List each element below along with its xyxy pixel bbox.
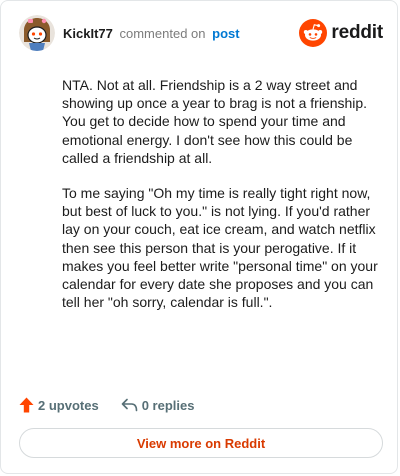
upvote-button[interactable]: 2 upvotes xyxy=(19,397,99,413)
username-link[interactable]: KickIt77 xyxy=(63,26,113,41)
reply-arrow-icon xyxy=(121,398,137,412)
comment-header: KickIt77 commented on post reddit xyxy=(19,15,383,51)
reddit-logo[interactable]: reddit xyxy=(299,18,383,48)
upvote-count: 2 upvotes xyxy=(38,397,99,413)
reply-count: 0 replies xyxy=(141,397,195,413)
comment-actions: 2 upvotes 0 replies xyxy=(19,394,194,416)
comment-paragraph: NTA. Not at all. Friendship is a 2 way s… xyxy=(62,77,368,166)
comment-meta: KickIt77 commented on post xyxy=(63,26,240,41)
commented-on-text: commented on xyxy=(119,26,206,41)
snoo-avatar-icon[interactable] xyxy=(19,15,55,51)
comment-paragraph: To me saying "Oh my time is really tight… xyxy=(62,185,378,311)
reddit-wordmark: reddit xyxy=(331,22,383,43)
comment-embed-card: KickIt77 commented on post reddit NTA. N… xyxy=(0,0,398,474)
post-link[interactable]: post xyxy=(212,26,239,41)
view-more-button[interactable]: View more on Reddit xyxy=(19,428,383,458)
upvote-arrow-icon xyxy=(19,397,34,413)
reddit-snoo-icon xyxy=(299,19,328,47)
reply-button[interactable]: 0 replies xyxy=(121,397,195,413)
comment-body: NTA. Not at all. Friendship is a 2 way s… xyxy=(62,76,387,328)
